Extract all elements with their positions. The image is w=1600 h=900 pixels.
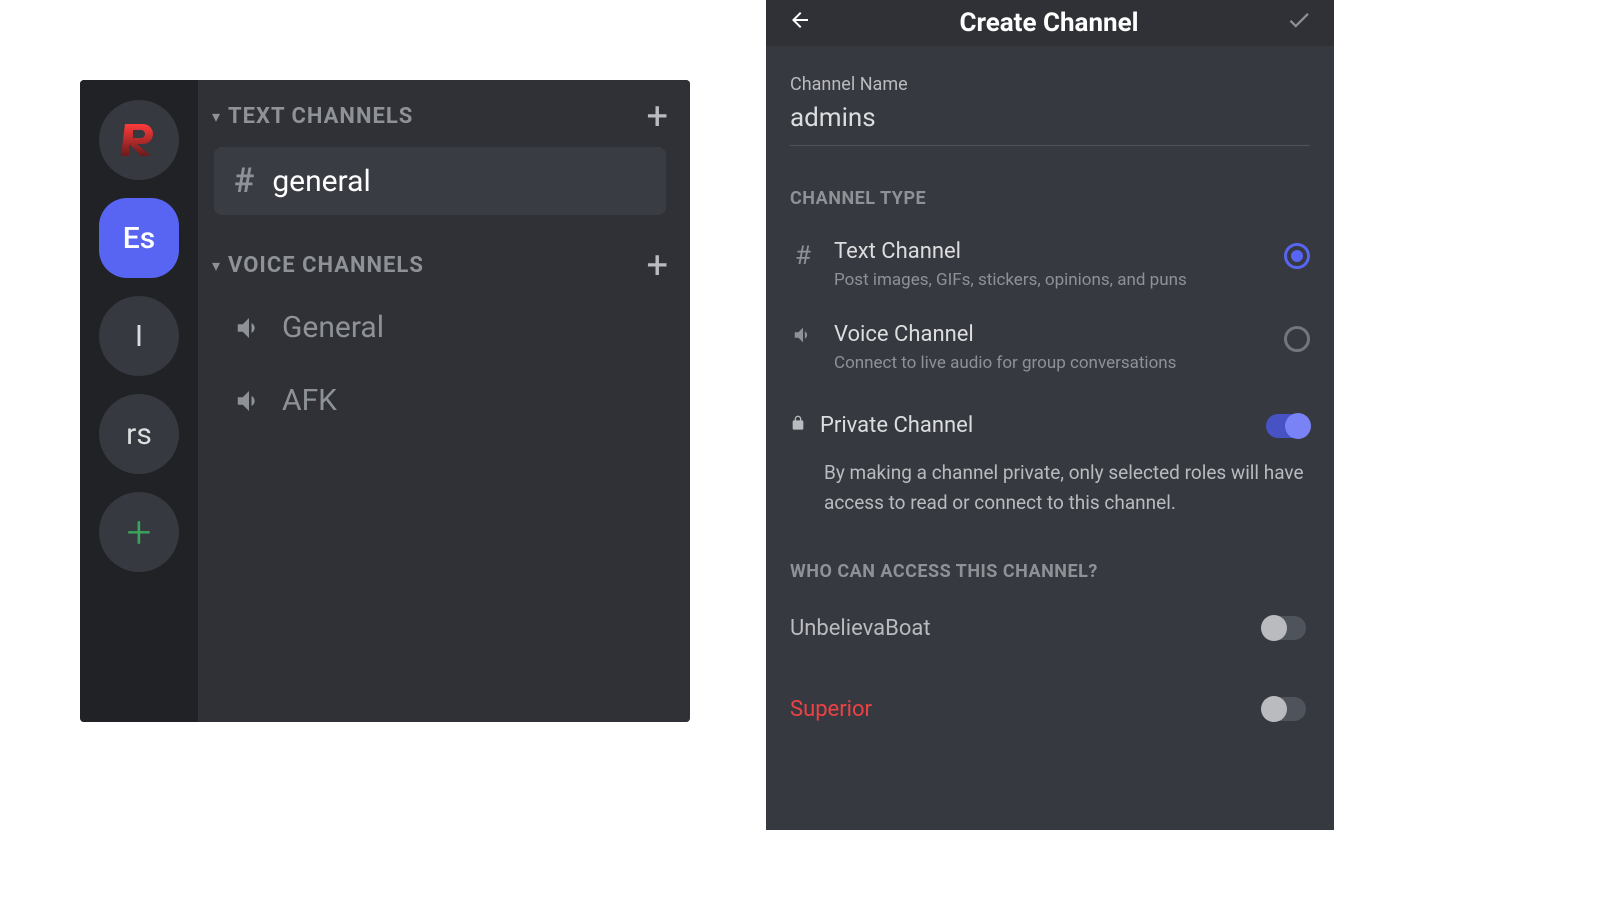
type-subtitle: Post images, GIFs, stickers, opinions, a…: [834, 270, 1266, 290]
type-title: Voice Channel: [834, 322, 1266, 347]
channel-afk-voice[interactable]: AFK: [214, 369, 666, 432]
chevron-down-icon: ▾: [212, 107, 220, 126]
toggle-knob: [1285, 413, 1311, 439]
private-channel-row: Private Channel: [790, 413, 1310, 438]
channel-name-input[interactable]: admins: [790, 95, 1310, 146]
toggle-knob: [1261, 696, 1287, 722]
text-channels-header[interactable]: ▾ TEXT CHANNELS +: [208, 94, 672, 147]
private-channel-label: Private Channel: [820, 413, 1252, 438]
lock-icon: [790, 415, 806, 436]
channel-general-text[interactable]: # general: [214, 147, 666, 215]
role-row-superior: Superior: [790, 677, 1310, 722]
discord-channel-list-panel: Es I rs + ▾ TEXT CHANNELS + # general ▾ …: [80, 80, 690, 722]
role-toggle[interactable]: [1262, 616, 1306, 640]
role-name: Superior: [790, 697, 1262, 722]
role-name: UnbelievaBoat: [790, 616, 1262, 641]
radio-selected[interactable]: [1284, 243, 1310, 269]
type-subtitle: Connect to live audio for group conversa…: [834, 353, 1266, 373]
server-rail: Es I rs +: [80, 80, 198, 722]
channel-name-label: Channel Name: [790, 74, 1310, 95]
speaker-icon: [234, 386, 264, 416]
radio-unselected[interactable]: [1284, 326, 1310, 352]
hash-icon: #: [234, 161, 254, 201]
type-title: Text Channel: [834, 239, 1266, 264]
voice-channels-label: VOICE CHANNELS: [228, 253, 646, 278]
channel-type-voice-option[interactable]: Voice Channel Connect to live audio for …: [790, 306, 1310, 389]
access-section-label: WHO CAN ACCESS THIS CHANNEL?: [790, 561, 1310, 582]
private-channel-description: By making a channel private, only select…: [790, 458, 1310, 519]
speaker-icon: [234, 313, 264, 343]
channel-label: General: [282, 310, 384, 345]
channel-label: general: [272, 164, 370, 199]
speaker-icon: [790, 322, 816, 346]
add-server-button[interactable]: +: [99, 492, 179, 572]
modal-body: Channel Name admins CHANNEL TYPE # Text …: [766, 46, 1334, 722]
server-icon-es[interactable]: Es: [99, 198, 179, 278]
channel-type-text-option[interactable]: # Text Channel Post images, GIFs, sticke…: [790, 223, 1310, 306]
back-button[interactable]: [788, 8, 812, 39]
server-icon-i[interactable]: I: [99, 296, 179, 376]
private-channel-toggle[interactable]: [1266, 414, 1310, 438]
channel-type-section-label: CHANNEL TYPE: [790, 188, 1310, 209]
server-icon-rs[interactable]: rs: [99, 394, 179, 474]
channel-column: ▾ TEXT CHANNELS + # general ▾ VOICE CHAN…: [198, 80, 690, 722]
role-row-unbelievaboat: UnbelievaBoat: [790, 596, 1310, 641]
create-channel-modal: Create Channel Channel Name admins CHANN…: [766, 0, 1334, 830]
channel-general-voice[interactable]: General: [214, 296, 666, 359]
add-text-channel-button[interactable]: +: [646, 107, 668, 127]
role-toggle[interactable]: [1262, 697, 1306, 721]
voice-channels-header[interactable]: ▾ VOICE CHANNELS +: [208, 243, 672, 296]
check-icon: [1286, 7, 1312, 33]
text-channels-label: TEXT CHANNELS: [228, 104, 646, 129]
r-logo-icon: [119, 120, 159, 160]
arrow-left-icon: [788, 8, 812, 32]
modal-title: Create Channel: [812, 8, 1286, 38]
chevron-down-icon: ▾: [212, 256, 220, 275]
modal-header: Create Channel: [766, 0, 1334, 46]
toggle-knob: [1261, 615, 1287, 641]
hash-icon: #: [790, 239, 816, 271]
channel-label: AFK: [282, 383, 337, 418]
confirm-button[interactable]: [1286, 7, 1312, 40]
server-icon-r[interactable]: [99, 100, 179, 180]
add-voice-channel-button[interactable]: +: [646, 256, 668, 276]
